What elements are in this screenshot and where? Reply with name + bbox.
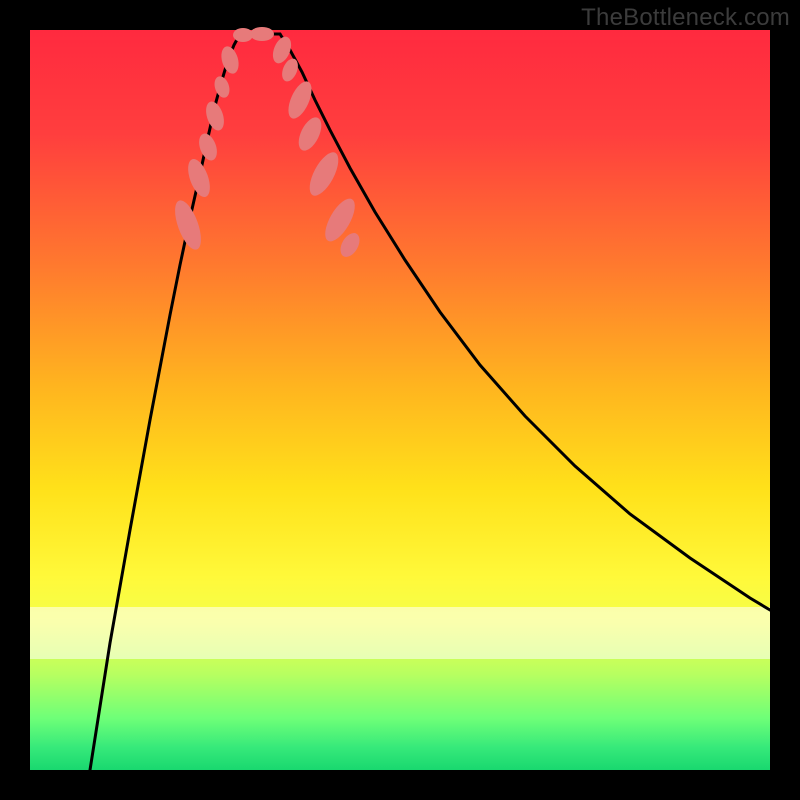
marker-right-3 <box>294 114 326 154</box>
markers-group <box>170 27 364 260</box>
marker-left-1 <box>184 156 215 200</box>
marker-right-2 <box>284 78 317 122</box>
marker-right-4 <box>304 148 344 200</box>
marker-left-4 <box>212 74 232 99</box>
marker-left-0 <box>170 197 207 253</box>
marker-bottom-1 <box>250 27 274 41</box>
left-curve <box>90 34 240 770</box>
marker-bottom-0 <box>233 28 253 42</box>
plot-area <box>30 30 770 770</box>
curve-layer <box>30 30 770 770</box>
marker-left-2 <box>196 131 221 163</box>
marker-left-3 <box>203 99 227 132</box>
marker-left-5 <box>218 44 241 75</box>
chart-frame: TheBottleneck.com <box>0 0 800 800</box>
right-curve <box>280 34 770 610</box>
watermark-text: TheBottleneck.com <box>581 4 790 32</box>
